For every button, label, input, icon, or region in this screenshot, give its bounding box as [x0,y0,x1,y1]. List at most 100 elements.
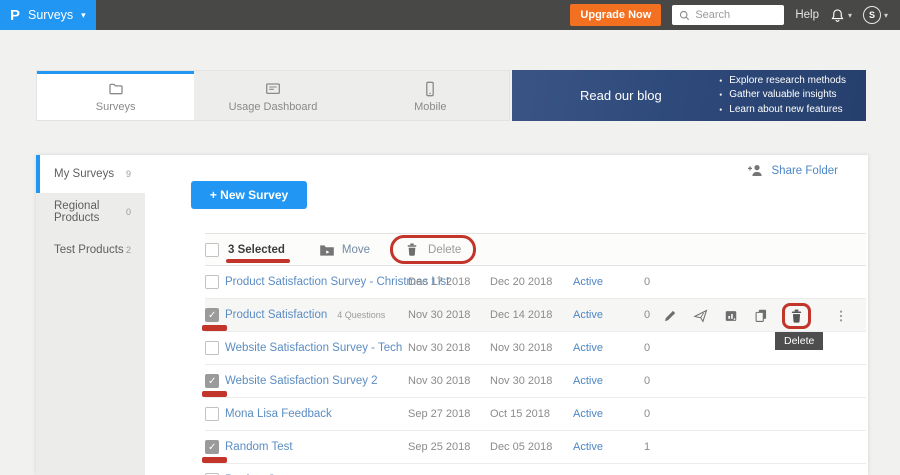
paper-plane-icon [693,309,708,323]
survey-title-link[interactable]: Product Satisfaction4 Questions [225,309,385,321]
help-link[interactable]: Help [795,9,819,21]
top-bar: P Surveys ▾ Upgrade Now Help ▾ S ▾ [0,0,900,30]
new-survey-button[interactable]: + New Survey [191,181,307,209]
response-count: 0 [633,309,661,321]
send-button[interactable] [693,309,708,323]
status-badge[interactable]: Active [573,342,603,354]
folder-count: 9 [126,169,131,179]
survey-list-area: Share Folder + New Survey 3 Selected Mov… [145,155,868,475]
survey-table: 3 Selected Move Delete Product Satisfact… [205,233,866,475]
row-checkbox[interactable] [205,440,219,454]
tab-usage-dashboard[interactable]: Usage Dashboard [194,71,351,120]
response-count: 0 [633,408,661,420]
sidebar-item-test-products[interactable]: Test Products 2 [36,231,145,269]
banner-bullet-list: Explore research methods Gather valuable… [719,74,846,118]
selected-count: 3 Selected [228,244,285,256]
status-badge[interactable]: Active [573,408,603,420]
date-created: Sep 25 2018 [408,441,470,453]
date-modified: Dec 20 2018 [490,276,552,288]
status-badge[interactable]: Active [573,276,603,288]
annotation-underline [202,325,227,331]
delete-row-button[interactable]: Delete [784,305,809,327]
search-input[interactable] [695,9,775,21]
brand-logo-icon: P [10,7,20,24]
table-row: Random Test Sep 25 2018 Dec 05 2018 Acti… [205,431,866,464]
upgrade-now-button[interactable]: Upgrade Now [570,4,661,26]
search-box[interactable] [672,5,784,25]
sidebar-item-my-surveys[interactable]: My Surveys 9 [36,155,145,193]
row-checkbox[interactable] [205,407,219,421]
row-checkbox[interactable] [205,308,219,322]
date-modified: Dec 05 2018 [490,441,552,453]
bell-icon [830,8,845,23]
table-row: Mona Lisa Feedback Sep 27 2018 Oct 15 20… [205,398,866,431]
account-menu[interactable]: S ▾ [863,6,888,24]
status-badge[interactable]: Active [573,441,603,453]
bulk-action-toolbar: 3 Selected Move Delete [205,233,866,266]
delete-tooltip: Delete [775,332,823,350]
status-badge[interactable]: Active [573,375,603,387]
chevron-down-icon: ▾ [884,11,888,20]
select-all-checkbox[interactable] [205,243,219,257]
delete-label: Delete [428,244,461,256]
survey-title-link[interactable]: Website Satisfaction Survey 2 [225,375,378,387]
date-modified: Oct 15 2018 [490,408,550,420]
edit-button[interactable] [663,309,677,323]
folder-count: 2 [126,245,131,255]
pencil-icon [663,309,677,323]
vertical-dots-icon [839,309,843,323]
date-created: Nov 30 2018 [408,375,470,387]
response-count: 0 [633,342,661,354]
copy-icon [754,308,768,323]
date-created: Nov 30 2018 [408,309,470,321]
tab-label: Mobile [414,101,446,113]
banner-bullet: Gather valuable insights [719,88,846,103]
table-row: Website Satisfaction Survey - Tech Nov 3… [205,332,866,365]
copy-button[interactable] [754,308,768,323]
main-panel: My Surveys 9 Regional Products 0 Test Pr… [36,155,868,475]
table-row: Product Satisfaction Survey - Christmas … [205,266,866,299]
date-modified: Nov 30 2018 [490,342,552,354]
survey-title-link[interactable]: Website Satisfaction Survey - Tech [225,342,402,354]
tab-mobile[interactable]: Mobile [352,71,509,120]
chart-icon [724,309,738,323]
folder-label: My Surveys [54,168,114,180]
delete-button[interactable]: Delete [392,237,474,262]
dashboard-icon [264,81,282,97]
date-created: Nov 30 2018 [408,342,470,354]
move-label: Move [342,244,370,256]
banner-bullet: Learn about new features [719,103,846,118]
sidebar-item-regional-products[interactable]: Regional Products 0 [36,193,145,231]
mobile-icon [422,81,438,97]
share-folder-label: Share Folder [772,165,838,177]
row-checkbox[interactable] [205,374,219,388]
report-button[interactable] [724,309,738,323]
banner-bullet: Explore research methods [719,74,846,89]
date-modified: Dec 14 2018 [490,309,552,321]
date-created: Dec 17 2018 [408,276,470,288]
question-count: 4 Questions [337,310,385,320]
chevron-down-icon: ▾ [848,11,852,20]
notifications-menu[interactable]: ▾ [830,8,852,23]
date-modified: Nov 30 2018 [490,375,552,387]
share-folder-button[interactable]: Share Folder [747,163,838,178]
tab-surveys[interactable]: Surveys [37,71,194,120]
move-button[interactable]: Move [319,243,370,257]
row-checkbox[interactable] [205,275,219,289]
blog-banner[interactable]: Read our blog Explore research methods G… [512,70,866,121]
search-icon [678,9,691,22]
annotation-underline [202,457,227,463]
trash-icon [405,242,419,257]
product-menu[interactable]: P Surveys ▾ [0,0,96,30]
survey-title-link[interactable]: Random Test [225,441,293,453]
response-count: 1 [633,441,661,453]
view-tabs: Surveys Usage Dashboard Mobile [36,70,510,121]
annotation-underline [202,391,227,397]
row-checkbox[interactable] [205,341,219,355]
table-row: Product Satisfaction4 Questions Nov 30 2… [205,299,866,332]
more-actions-button[interactable] [839,309,843,323]
status-badge[interactable]: Active [573,309,603,321]
survey-title-link[interactable]: Mona Lisa Feedback [225,408,332,420]
person-add-icon [747,163,764,178]
tab-label: Surveys [96,101,136,113]
